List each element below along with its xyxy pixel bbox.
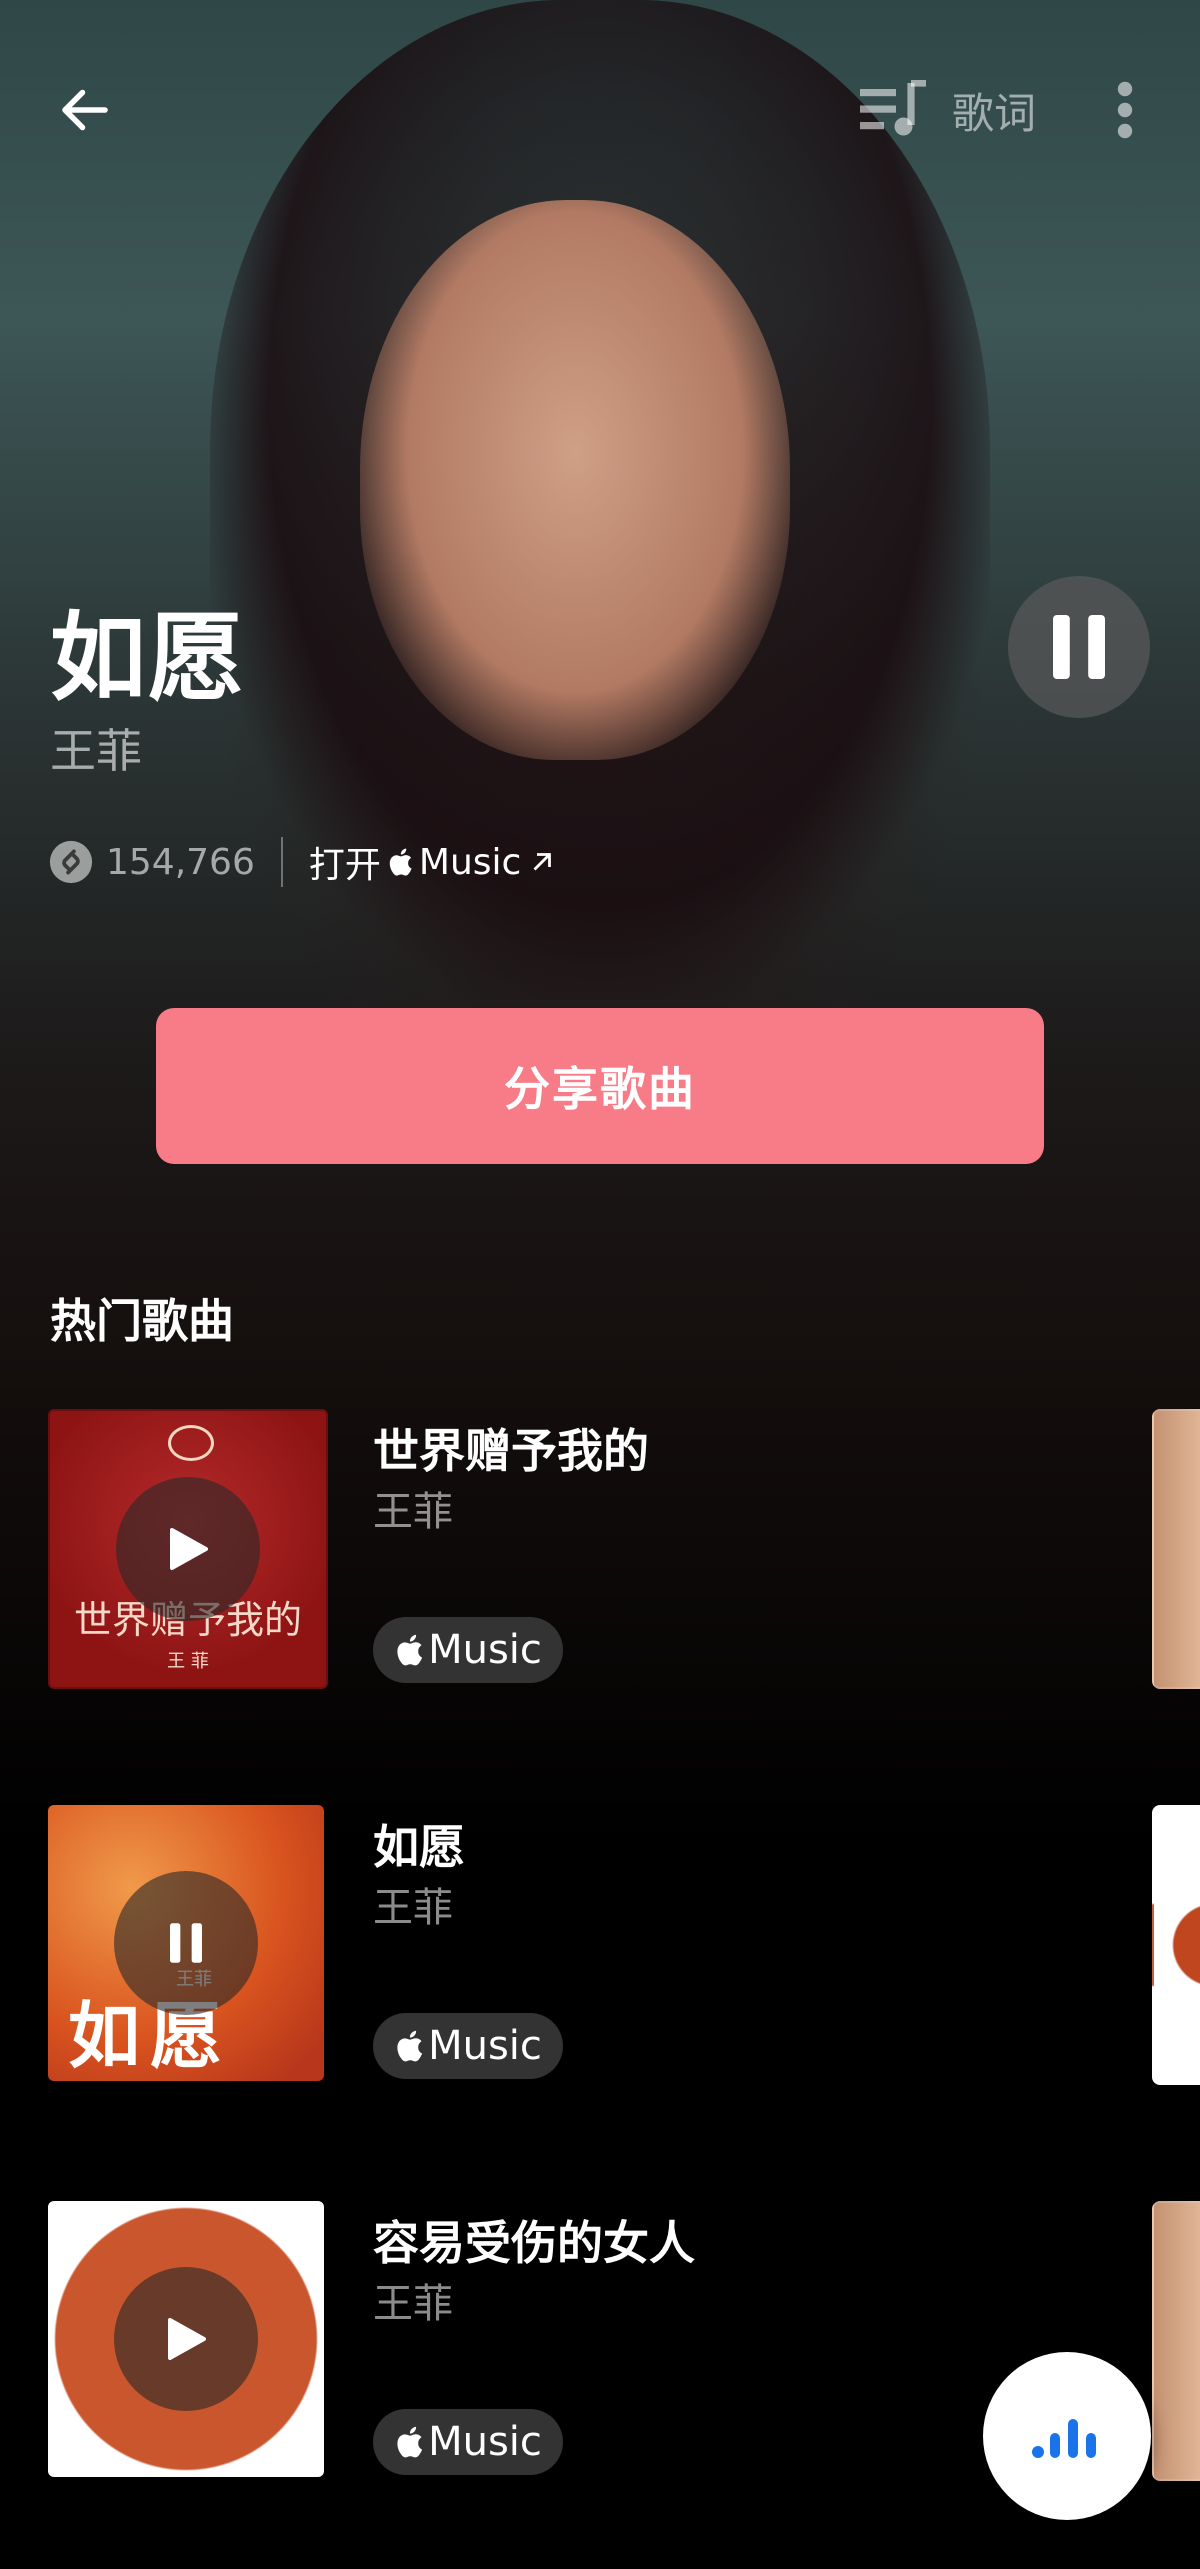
album-cover[interactable]: 世界赠予我的 王 菲 (48, 1409, 328, 1689)
song-title: 如愿 (373, 1820, 465, 1874)
play-button[interactable] (114, 2267, 258, 2411)
album-cover[interactable] (48, 2201, 324, 2477)
play-icon (170, 1528, 208, 1570)
song-artist: 王菲 (373, 2281, 453, 2327)
open-app-label: Music (418, 841, 522, 883)
top-bar: 歌词 (0, 0, 1200, 220)
apple-icon (397, 1634, 423, 1666)
audio-bars-icon (1032, 2419, 1096, 2458)
play-button[interactable] (116, 1477, 260, 1621)
share-song-button[interactable]: 分享歌曲 (156, 1008, 1044, 1164)
arrow-up-right-icon (533, 853, 552, 871)
arrow-left-icon (62, 89, 108, 131)
more-options-button[interactable] (1090, 70, 1160, 150)
apple-music-badge[interactable]: Music (373, 1617, 563, 1683)
apple-music-badge[interactable]: Music (373, 2013, 563, 2079)
song-artist: 王菲 (373, 1489, 453, 1535)
song-artist[interactable]: 王菲 (50, 715, 142, 781)
shazam-count: 154,766 (106, 841, 255, 883)
stats-row: 154,766 打开 Music (48, 832, 557, 892)
pause-icon (170, 1923, 202, 1963)
cover-subtext: 王 菲 (167, 1651, 209, 1672)
apple-icon (389, 848, 412, 876)
song-artist: 王菲 (373, 1885, 453, 1931)
stats-divider (280, 837, 283, 887)
song-row[interactable]: 世界赠予我的 王 菲 世界赠予我的 王菲 Music (0, 1409, 1200, 1689)
song-title: 世界赠予我的 (373, 1424, 649, 1478)
back-button[interactable] (40, 70, 130, 150)
next-card-peek[interactable] (1152, 1409, 1200, 1689)
song-title: 如愿 (50, 602, 246, 714)
apple-icon (397, 2030, 423, 2062)
apple-icon (397, 2426, 423, 2458)
apple-music-badge[interactable]: Music (373, 2409, 563, 2475)
top-songs-heading: 热门歌曲 (50, 1294, 234, 1348)
cover-logo (168, 1425, 214, 1461)
album-cover[interactable]: 如愿 王菲 (48, 1805, 324, 2081)
artist-photo-face (360, 200, 790, 760)
open-apple-music-link[interactable]: 打开 Music (309, 836, 557, 888)
shazam-icon (49, 840, 93, 884)
pause-icon (1053, 615, 1105, 679)
lyrics-label: 歌词 (952, 88, 1037, 138)
song-row[interactable]: 如愿 王菲 如愿 王菲 Music (0, 1805, 1200, 2085)
song-title: 容易受伤的女人 (373, 2216, 695, 2270)
shazam-listening-button[interactable] (983, 2352, 1151, 2520)
open-label: 打开 (308, 845, 381, 886)
play-icon (168, 2318, 206, 2360)
pause-button[interactable] (114, 1871, 258, 2015)
apple-music-label: Music (428, 1627, 542, 1673)
apple-music-label: Music (428, 2023, 542, 2069)
lyrics-icon (860, 80, 926, 136)
next-card-peek[interactable] (1152, 2201, 1200, 2481)
more-vertical-icon (1117, 81, 1133, 139)
pause-button[interactable] (1008, 576, 1150, 718)
apple-music-label: Music (428, 2419, 542, 2465)
next-card-peek[interactable] (1152, 1805, 1200, 2085)
lyrics-button[interactable]: 歌词 (860, 70, 1036, 150)
